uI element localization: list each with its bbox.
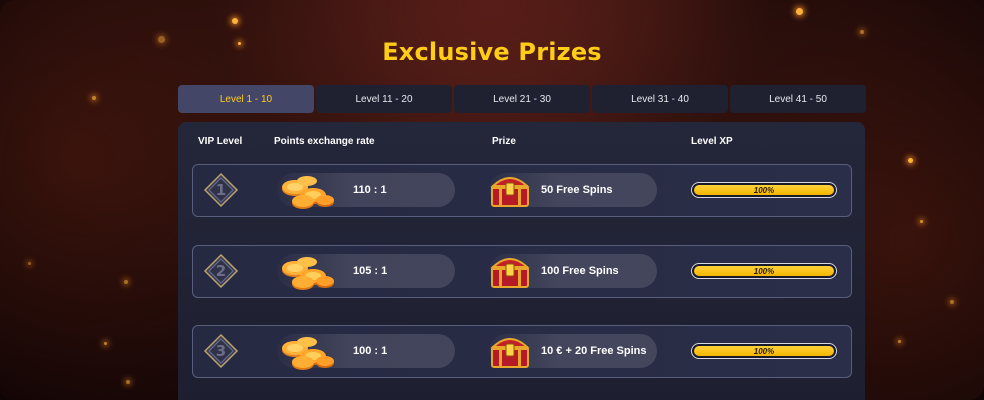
table-header: VIP Level Points exchange rate Prize Lev… [198, 136, 858, 150]
ember-decoration [898, 340, 901, 343]
exchange-rate-value: 100 : 1 [353, 345, 388, 357]
level-tabs: Level 1 - 10 Level 11 - 20 Level 21 - 30… [178, 85, 866, 113]
prize-value: 100 Free Spins [541, 265, 619, 277]
header-level-xp: Level XP [691, 136, 733, 147]
vip-level-number: 1 [215, 181, 227, 199]
page-title: Exclusive Prizes [382, 38, 602, 66]
header-points-rate: Points exchange rate [274, 136, 375, 147]
prize-value: 50 Free Spins [541, 184, 613, 196]
treasure-chest-icon [490, 258, 530, 288]
vip-level-badge: 3 [203, 333, 239, 369]
ember-decoration [124, 280, 128, 284]
ember-decoration [126, 380, 130, 384]
level-xp-progress-bar: 100% [691, 182, 837, 198]
table-row: 2 105 : 1 100 Free Spins 100% [192, 245, 852, 298]
table-row: 3 100 : 1 10 € + 20 Free Spins 100% [192, 325, 852, 378]
tab-level-21-30[interactable]: Level 21 - 30 [454, 85, 590, 113]
table-row: 1 110 : 1 50 Free Spins 100% [192, 164, 852, 217]
tab-level-41-50[interactable]: Level 41 - 50 [730, 85, 866, 113]
level-xp-label: 100% [753, 266, 775, 276]
coins-icon [282, 337, 334, 370]
level-xp-progress-bar: 100% [691, 263, 837, 279]
coins-icon [282, 176, 334, 209]
ember-decoration [920, 220, 923, 223]
vip-level-number: 2 [215, 262, 227, 280]
ember-decoration [92, 96, 96, 100]
header-prize: Prize [492, 136, 516, 147]
ember-decoration [908, 158, 913, 163]
level-xp-label: 100% [753, 185, 775, 195]
ember-decoration [950, 300, 954, 304]
ember-decoration [232, 18, 238, 24]
ember-decoration [28, 262, 31, 265]
coins-icon [282, 257, 334, 290]
tab-level-31-40[interactable]: Level 31 - 40 [592, 85, 728, 113]
ember-decoration [796, 8, 803, 15]
ember-decoration [104, 342, 107, 345]
vip-level-badge: 2 [203, 253, 239, 289]
header-vip-level: VIP Level [198, 136, 243, 147]
tab-level-1-10[interactable]: Level 1 - 10 [178, 85, 314, 113]
tab-level-11-20[interactable]: Level 11 - 20 [316, 85, 452, 113]
vip-level-badge: 1 [203, 172, 239, 208]
level-xp-progress-bar: 100% [691, 343, 837, 359]
level-xp-label: 100% [753, 346, 775, 356]
treasure-chest-icon [490, 338, 530, 368]
vip-level-number: 3 [215, 342, 227, 360]
exchange-rate-value: 110 : 1 [353, 184, 387, 196]
prize-value: 10 € + 20 Free Spins [541, 345, 647, 357]
exchange-rate-value: 105 : 1 [353, 265, 388, 277]
treasure-chest-icon [490, 177, 530, 207]
ember-decoration [860, 30, 864, 34]
